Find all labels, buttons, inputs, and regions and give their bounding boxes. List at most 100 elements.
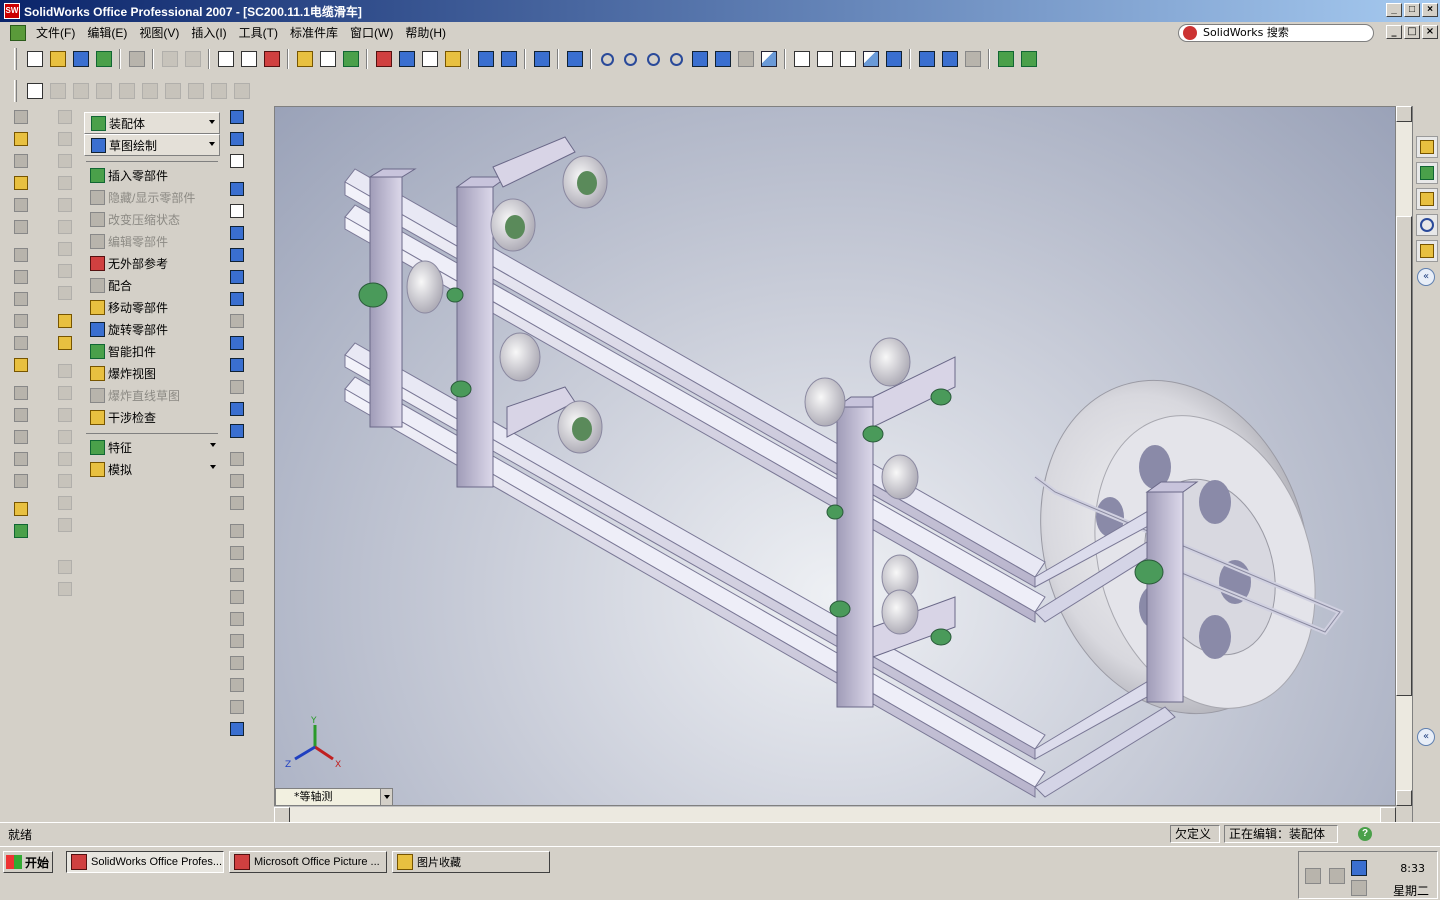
vt1-btn-5[interactable] — [10, 194, 32, 216]
zoom-area-button[interactable] — [619, 48, 642, 70]
shadows-button[interactable] — [915, 48, 938, 70]
vt1-btn-1[interactable] — [10, 106, 32, 128]
vt1-btn-11[interactable] — [10, 332, 32, 354]
window-layout-button[interactable] — [395, 48, 418, 70]
centerline-btn[interactable] — [226, 332, 248, 354]
keyboard-icon[interactable] — [1305, 868, 1321, 884]
menu-edit[interactable]: 编辑(E) — [81, 23, 133, 43]
menu-tools[interactable]: 工具(T) — [233, 23, 284, 43]
graphics-viewport[interactable]: Y X Z — [274, 106, 1396, 806]
construction-btn[interactable] — [226, 420, 248, 442]
assembly-document-icon[interactable] — [10, 25, 26, 41]
modify-btn[interactable] — [226, 674, 248, 696]
vt2-btn-8[interactable] — [54, 260, 76, 282]
horizontal-scrollbar[interactable] — [274, 806, 1396, 823]
vt2-btn-17[interactable] — [54, 470, 76, 492]
make-drawing-button[interactable] — [92, 48, 115, 70]
vt2-btn-19[interactable] — [54, 514, 76, 536]
vt2-btn-15[interactable] — [54, 426, 76, 448]
3pt-arc-btn[interactable] — [226, 288, 248, 310]
scroll-right-button[interactable] — [1380, 807, 1396, 823]
pan-button[interactable] — [711, 48, 734, 70]
scroll-up-button[interactable] — [1396, 106, 1412, 122]
volume-icon[interactable] — [1351, 880, 1367, 896]
clock-time[interactable]: 8:33 — [1400, 862, 1425, 875]
repair-btn[interactable] — [226, 718, 248, 740]
vt2-btn-16[interactable] — [54, 448, 76, 470]
cm-move-component[interactable]: 移动零部件 — [84, 296, 220, 318]
vt2-btn-10[interactable] — [54, 310, 76, 332]
hidden-lines-visible-button[interactable] — [813, 48, 836, 70]
trim-btn[interactable] — [226, 520, 248, 542]
wireframe-button[interactable] — [790, 48, 813, 70]
tools-button[interactable] — [563, 48, 586, 70]
vt1-btn-9[interactable] — [10, 288, 32, 310]
zoom-fit-button[interactable] — [596, 48, 619, 70]
vt2-btn-13[interactable] — [54, 382, 76, 404]
taskbar-solidworks[interactable]: SolidWorks Office Profes... — [66, 851, 224, 873]
vt2-btn-12[interactable] — [54, 360, 76, 382]
vt2-btn-2[interactable] — [54, 128, 76, 150]
vt1-btn-7[interactable] — [10, 244, 32, 266]
tangent-arc-btn[interactable] — [226, 266, 248, 288]
vt1-btn-17[interactable] — [10, 470, 32, 492]
menu-insert[interactable]: 插入(I) — [185, 23, 232, 43]
vt1-btn-13[interactable] — [10, 382, 32, 404]
cm-hide-show[interactable]: 隐藏/显示零部件 — [84, 186, 220, 208]
dim-4-button[interactable] — [92, 80, 115, 102]
rebuild-button[interactable] — [260, 48, 283, 70]
vt2-btn-11[interactable] — [54, 332, 76, 354]
vt2-btn-14[interactable] — [54, 404, 76, 426]
center-arc-btn[interactable] — [226, 244, 248, 266]
vt2-btn-6[interactable] — [54, 216, 76, 238]
sheet-button[interactable] — [316, 48, 339, 70]
menu-file[interactable]: 文件(F) — [30, 23, 81, 43]
section-button[interactable] — [372, 48, 395, 70]
circle-btn[interactable] — [226, 222, 248, 244]
vt2-btn-9[interactable] — [54, 282, 76, 304]
vt2-btn-1[interactable] — [54, 106, 76, 128]
plugin-2-button[interactable] — [1017, 48, 1040, 70]
toolbar-grip[interactable] — [14, 48, 17, 70]
options-button[interactable] — [293, 48, 316, 70]
scroll-left-button[interactable] — [274, 807, 290, 823]
vt1-btn-14[interactable] — [10, 404, 32, 426]
vt1-btn-4[interactable] — [10, 172, 32, 194]
cm-exploded-view[interactable]: 爆炸视图 — [84, 362, 220, 384]
close-button[interactable]: × — [1422, 3, 1438, 17]
vt1-btn-3[interactable] — [10, 150, 32, 172]
view-orientation-combo[interactable]: *等轴测 — [275, 788, 393, 806]
cm-mate[interactable]: 配合 — [84, 274, 220, 296]
network-icon[interactable] — [1351, 860, 1367, 876]
doc-restore-button[interactable]: □ — [1404, 25, 1420, 39]
zoom-selection-button[interactable] — [665, 48, 688, 70]
dim-9-button[interactable] — [207, 80, 230, 102]
fillet-sk-btn[interactable] — [226, 310, 248, 332]
rectangle-btn[interactable] — [226, 200, 248, 222]
help-icon[interactable]: ? — [1358, 827, 1372, 841]
hidden-lines-removed-button[interactable] — [836, 48, 859, 70]
rotate-view-button[interactable] — [688, 48, 711, 70]
task-pane-library[interactable] — [1416, 162, 1438, 184]
vt2-btn-18[interactable] — [54, 492, 76, 514]
add-relation-btn[interactable] — [226, 448, 248, 470]
select-button[interactable] — [214, 48, 237, 70]
task-pane-explorer[interactable] — [1416, 188, 1438, 210]
task-pane-search[interactable] — [1416, 214, 1438, 236]
dim-7-button[interactable] — [161, 80, 184, 102]
menu-window[interactable]: 窗口(W) — [344, 23, 399, 43]
menu-view[interactable]: 视图(V) — [133, 23, 185, 43]
globe-button[interactable] — [530, 48, 553, 70]
vt1-btn-18[interactable] — [10, 498, 32, 520]
open-button[interactable] — [46, 48, 69, 70]
zoom-inout-button[interactable] — [642, 48, 665, 70]
cm-explode-line[interactable]: 爆炸直线草图 — [84, 384, 220, 406]
cm-insert-component[interactable]: 插入零部件 — [84, 164, 220, 186]
smart-dim-btn[interactable] — [226, 150, 248, 172]
vt1-btn-16[interactable] — [10, 448, 32, 470]
convert-btn[interactable] — [226, 564, 248, 586]
vt1-btn-8[interactable] — [10, 266, 32, 288]
vt2-btn-4[interactable] — [54, 172, 76, 194]
task-pane-collapse-top[interactable]: « — [1417, 268, 1435, 286]
dim-2-button[interactable] — [46, 80, 69, 102]
